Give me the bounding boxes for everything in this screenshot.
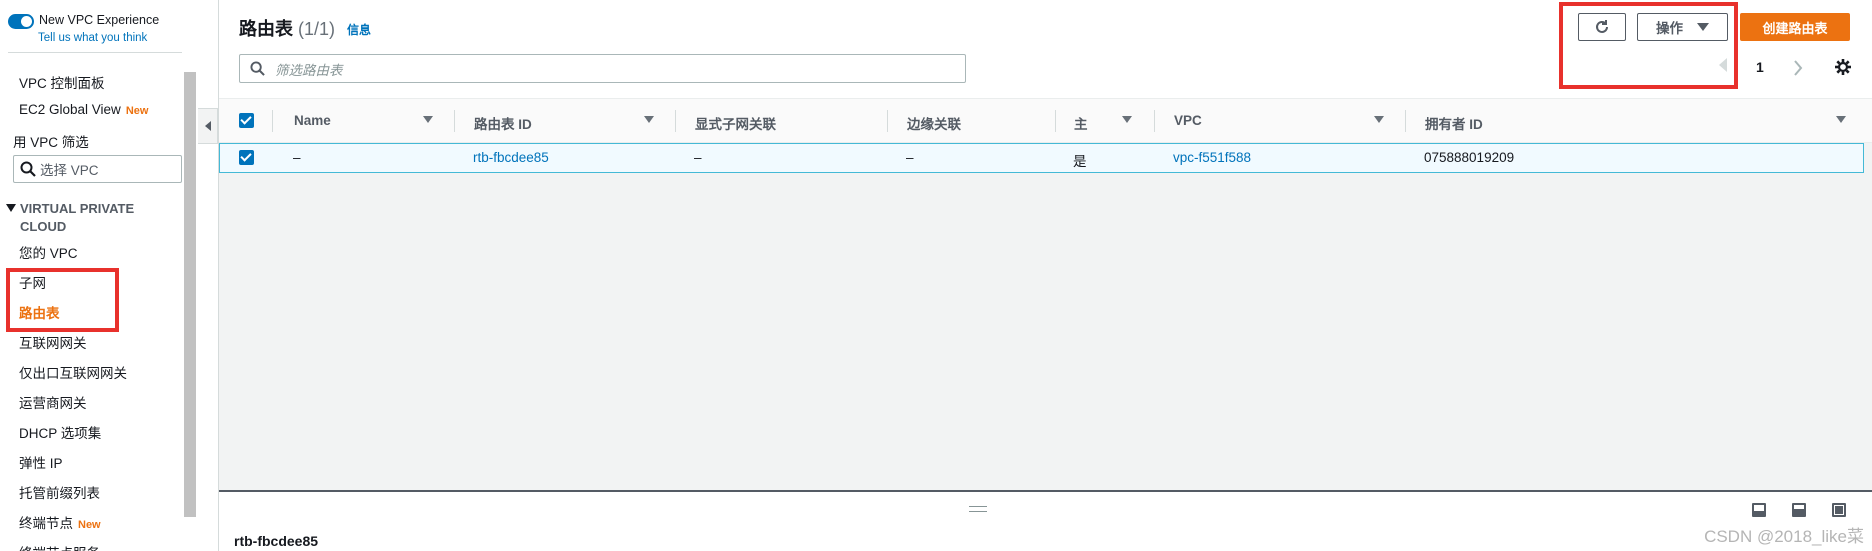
- column-header-name[interactable]: Name: [294, 113, 331, 128]
- column-header-owner-id[interactable]: 拥有者 ID: [1425, 113, 1483, 133]
- cell-name: –: [293, 150, 301, 165]
- search-icon: [20, 161, 36, 177]
- sort-icon[interactable]: [1836, 116, 1846, 123]
- vpc-filter-select[interactable]: 选择 VPC: [13, 155, 182, 183]
- filter-placeholder: 筛选路由表: [275, 62, 343, 78]
- info-link[interactable]: 信息: [347, 21, 371, 38]
- vpc-filter-placeholder: 选择 VPC: [40, 163, 99, 178]
- vpc-filter-label: 用 VPC 筛选: [13, 135, 89, 150]
- panel-full-icon[interactable]: [1832, 503, 1846, 517]
- sort-icon[interactable]: [1122, 116, 1132, 123]
- sidebar-item-endpoint-services[interactable]: 终端节点服务: [19, 542, 100, 551]
- column-separator: [675, 110, 676, 132]
- sidebar-item-internet-gateways[interactable]: 互联网网关: [19, 332, 87, 352]
- sidebar-item-managed-prefix-lists[interactable]: 托管前缀列表: [19, 482, 100, 502]
- route-tables-table: Name 路由表 ID 显式子网关联 边缘关联 主 VPC 拥有者 ID – r…: [219, 98, 1872, 490]
- column-separator: [887, 110, 888, 132]
- sidebar-item-ec2-global-view[interactable]: EC2 Global View New: [19, 102, 148, 117]
- toggle-title: New VPC Experience: [39, 13, 160, 27]
- current-page-number[interactable]: 1: [1756, 59, 1764, 75]
- collapse-sidebar-button[interactable]: [198, 108, 218, 144]
- sidebar-item-dhcp-options[interactable]: DHCP 选项集: [19, 422, 101, 442]
- cell-owner-id: 075888019209: [1424, 150, 1515, 165]
- sidebar-item-egress-only-gateways[interactable]: 仅出口互联网网关: [19, 362, 127, 382]
- new-vpc-experience-toggle-row[interactable]: New VPC Experience: [8, 13, 159, 29]
- chevron-left-icon: [204, 121, 211, 131]
- sidebar-item-label: 终端节点: [19, 516, 73, 531]
- create-route-table-button[interactable]: 创建路由表: [1740, 13, 1850, 41]
- main-content: 路由表 (1/1) 信息 筛选路由表 操作 创建路由表 1 Name 路由表 I…: [219, 0, 1872, 551]
- details-split-panel: rtb-fbcdee85 CSDN @2018_like菜: [219, 490, 1872, 551]
- table-header: Name 路由表 ID 显式子网关联 边缘关联 主 VPC 拥有者 ID: [219, 99, 1872, 143]
- column-header-explicit-subnet-associations[interactable]: 显式子网关联: [695, 113, 776, 133]
- vpc-section-title: VIRTUAL PRIVATE CLOUD: [20, 201, 135, 234]
- annotation-highlight-box: [1559, 2, 1738, 89]
- sidebar-item-carrier-gateways[interactable]: 运营商网关: [19, 392, 87, 412]
- cell-route-table-id-link[interactable]: rtb-fbcdee85: [473, 150, 549, 165]
- sidebar-item-your-vpcs[interactable]: 您的 VPC: [19, 242, 78, 262]
- next-page-icon[interactable]: [1793, 60, 1803, 76]
- column-header-edge-associations[interactable]: 边缘关联: [907, 113, 961, 133]
- new-vpc-experience-toggle[interactable]: [8, 14, 34, 29]
- panel-bottom-icon[interactable]: [1752, 503, 1766, 517]
- sidebar-item-label: EC2 Global View: [19, 102, 121, 117]
- column-separator: [1055, 110, 1056, 132]
- page-title-text: 路由表: [239, 19, 293, 39]
- sidebar: New VPC Experience Tell us what you thin…: [0, 0, 219, 551]
- row-select-checkbox[interactable]: [239, 150, 254, 165]
- sidebar-scrollbar[interactable]: [184, 72, 196, 517]
- new-badge: New: [78, 519, 101, 531]
- sidebar-item-dashboard[interactable]: VPC 控制面板: [19, 72, 105, 92]
- resize-handle[interactable]: [969, 506, 987, 512]
- page-title-count: (1/1): [298, 19, 336, 39]
- column-separator: [272, 110, 273, 132]
- column-header-main[interactable]: 主: [1074, 113, 1088, 133]
- cell-explicit-subnet: –: [694, 150, 702, 165]
- page-title: 路由表 (1/1): [239, 15, 335, 41]
- annotation-highlight-box: [6, 268, 119, 332]
- select-all-checkbox[interactable]: [239, 113, 254, 128]
- cell-edge-association: –: [906, 150, 914, 165]
- table-row[interactable]: – rtb-fbcdee85 – – 是 vpc-f551f588 075888…: [219, 143, 1864, 173]
- details-panel-title: rtb-fbcdee85: [234, 533, 319, 549]
- caret-down-icon: [6, 204, 16, 212]
- vpc-section-header[interactable]: VIRTUAL PRIVATE CLOUD: [6, 200, 146, 236]
- cell-vpc-link[interactable]: vpc-f551f588: [1173, 150, 1251, 165]
- column-separator: [1154, 110, 1155, 132]
- new-badge: New: [125, 105, 149, 117]
- sort-icon[interactable]: [1374, 116, 1384, 123]
- sidebar-item-endpoints[interactable]: 终端节点 New: [19, 512, 101, 532]
- panel-half-icon[interactable]: [1792, 503, 1806, 517]
- feedback-link[interactable]: Tell us what you think: [38, 32, 147, 44]
- column-header-route-table-id[interactable]: 路由表 ID: [474, 113, 532, 133]
- gear-icon[interactable]: [1834, 58, 1852, 76]
- column-header-vpc[interactable]: VPC: [1174, 113, 1202, 128]
- filter-route-tables-input[interactable]: 筛选路由表: [239, 54, 966, 83]
- column-separator: [454, 110, 455, 132]
- sort-icon[interactable]: [423, 116, 433, 123]
- sort-icon[interactable]: [644, 116, 654, 123]
- search-icon: [250, 61, 265, 76]
- column-separator: [1405, 110, 1406, 132]
- watermark: CSDN @2018_like菜: [1704, 527, 1864, 546]
- cell-main: 是: [1073, 154, 1087, 169]
- sidebar-item-elastic-ips[interactable]: 弹性 IP: [19, 452, 63, 472]
- sidebar-divider: [8, 52, 182, 53]
